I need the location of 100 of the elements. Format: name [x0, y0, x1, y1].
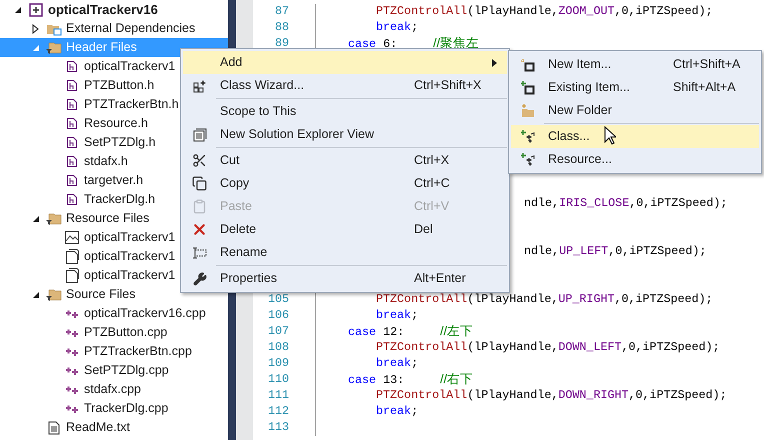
text-file-icon	[48, 420, 60, 434]
shortcut-text: Del	[414, 221, 434, 238]
line-number: 108	[268, 339, 289, 356]
menu-item[interactable]: Class...	[511, 125, 759, 148]
tree-item-label: opticalTrackerv1	[84, 267, 176, 284]
line-number: 106	[268, 307, 289, 324]
menu-item-label: Paste	[220, 198, 252, 216]
tree-item-label: opticalTrackerv1	[84, 58, 176, 76]
menu-item[interactable]: Existing Item... Shift+Alt+A	[511, 76, 759, 99]
expanded-arrow-icon[interactable]	[32, 290, 40, 298]
line-number: 113	[268, 419, 289, 436]
tree-item[interactable]: SetPTZDlg.cpp	[0, 361, 228, 380]
tree-item-label: opticalTrackerv16	[48, 0, 158, 19]
tree-item-label: opticalTrackerv16.cpp	[84, 305, 206, 322]
line-number: 89	[274, 35, 289, 52]
scissors-icon	[192, 153, 207, 168]
menu-item-label: Cut	[220, 152, 240, 170]
menu-item[interactable]: Cut Ctrl+X	[183, 149, 507, 172]
menu-item[interactable]: Resource...	[511, 148, 759, 171]
tree-item-label: Resource.h	[84, 115, 148, 132]
window-icon	[192, 128, 206, 142]
menu-item[interactable]: New Folder	[511, 99, 759, 122]
tree-item-label: opticalTrackerv1	[84, 229, 176, 246]
header-file-icon	[66, 60, 78, 73]
menu-item[interactable]: New Item... Ctrl+Shift+A	[511, 53, 759, 76]
menu-item-label: New Item...	[548, 56, 612, 74]
tree-item-label: TrackerDlg.cpp	[84, 400, 168, 418]
code-text: break;	[376, 403, 418, 420]
code-text: ndle,UP_LEFT,0,iPTZSpeed);	[524, 243, 706, 260]
project-icon	[29, 2, 43, 16]
tree-item-label: targetver.h	[84, 172, 144, 190]
tree-item[interactable]: External Dependencies	[0, 19, 228, 38]
document-icon	[66, 249, 78, 264]
tree-item-label: TrackerDlg.h	[84, 191, 156, 208]
add-item-icon	[520, 80, 534, 94]
header-file-icon	[66, 155, 78, 168]
collapsed-arrow-icon[interactable]	[32, 24, 40, 34]
line-number: 107	[268, 323, 289, 340]
tree-item-label: Resource Files	[66, 210, 150, 228]
header-file-icon	[66, 136, 78, 149]
header-file-icon	[66, 79, 78, 92]
menu-item-label: New Solution Explorer View	[220, 126, 374, 144]
tree-item-label: External Dependencies	[66, 20, 196, 38]
mouse-cursor-icon	[604, 126, 616, 145]
expanded-arrow-icon[interactable]	[32, 214, 40, 222]
tree-item[interactable]: stdafx.cpp	[0, 380, 228, 399]
plus-plus-icon	[65, 308, 79, 318]
tree-item[interactable]: opticalTrackerv16	[0, 0, 228, 19]
plus-plus-icon	[65, 384, 79, 394]
code-text: ndle,IRIS_CLOSE,0,iPTZSpeed);	[524, 195, 728, 212]
line-number: 111	[268, 387, 289, 404]
menu-item[interactable]: New Solution Explorer View	[183, 123, 507, 146]
menu-item[interactable]: Scope to This	[183, 100, 507, 123]
tree-item-label: stdafx.h	[84, 153, 128, 170]
menu-item-label: New Folder	[548, 102, 612, 120]
code-text: break;	[376, 19, 418, 36]
wizard-icon	[192, 78, 206, 92]
tree-item-label: Header Files	[66, 39, 137, 56]
image-file-icon	[65, 231, 79, 244]
folder-filter-icon	[46, 212, 62, 226]
tree-item[interactable]: TrackerDlg.cpp	[0, 399, 228, 418]
menu-item-label: Delete	[220, 221, 256, 238]
shortcut-text: Ctrl+X	[414, 152, 450, 170]
tree-item[interactable]: ReadMe.txt	[0, 418, 228, 437]
menu-item-label: Scope to This	[220, 103, 296, 120]
header-file-icon	[66, 117, 78, 130]
header-file-icon	[66, 193, 78, 206]
plus-plus-icon	[65, 328, 79, 338]
line-number: 109	[268, 355, 289, 372]
folder-filter-icon	[46, 40, 62, 54]
code-text: PTZControlAll(lPlayHandle,DOWN_RIGHT,0,iPTZSpeed);	[376, 387, 727, 404]
menu-item[interactable]: Add	[183, 51, 507, 74]
menu-item[interactable]: Delete Del	[183, 218, 507, 241]
expanded-arrow-icon[interactable]	[14, 6, 22, 14]
tree-item-label: opticalTrackerv1	[84, 248, 176, 266]
code-text: case 12: //左下	[348, 323, 474, 342]
document-icon	[66, 268, 78, 283]
menu-item-label: Class Wizard...	[220, 77, 304, 94]
tree-item-label: SetPTZDlg.h	[84, 134, 156, 152]
delete-icon	[191, 221, 208, 238]
new-item-icon	[520, 58, 534, 72]
shortcut-text: Ctrl+Shift+A	[673, 56, 742, 74]
shortcut-text: Ctrl+V	[414, 198, 450, 216]
tree-item-label: PTZTrackerBtn.h	[84, 96, 179, 114]
tree-item[interactable]: PTZButton.cpp	[0, 323, 228, 342]
code-text: break;	[376, 307, 418, 324]
menu-item-label: Add	[220, 54, 242, 72]
tree-item[interactable]: opticalTrackerv16.cpp	[0, 304, 228, 323]
shortcut-text: Shift+Alt+A	[673, 79, 737, 96]
menu-item[interactable]: Copy Ctrl+C	[183, 172, 507, 195]
menu-item-label: Existing Item...	[548, 79, 630, 96]
code-text: break;	[376, 355, 418, 372]
tree-item-label: stdafx.cpp	[84, 381, 141, 398]
menu-item[interactable]: Rename	[183, 241, 507, 264]
plus-plus-icon	[65, 346, 79, 356]
menu-item[interactable]: Class Wizard... Ctrl+Shift+X	[183, 74, 507, 97]
tree-item-label: PTZTrackerBtn.cpp	[84, 343, 192, 360]
tree-item[interactable]: PTZTrackerBtn.cpp	[0, 342, 228, 361]
plus-plus-icon	[65, 404, 79, 414]
line-number: 105	[268, 291, 289, 308]
